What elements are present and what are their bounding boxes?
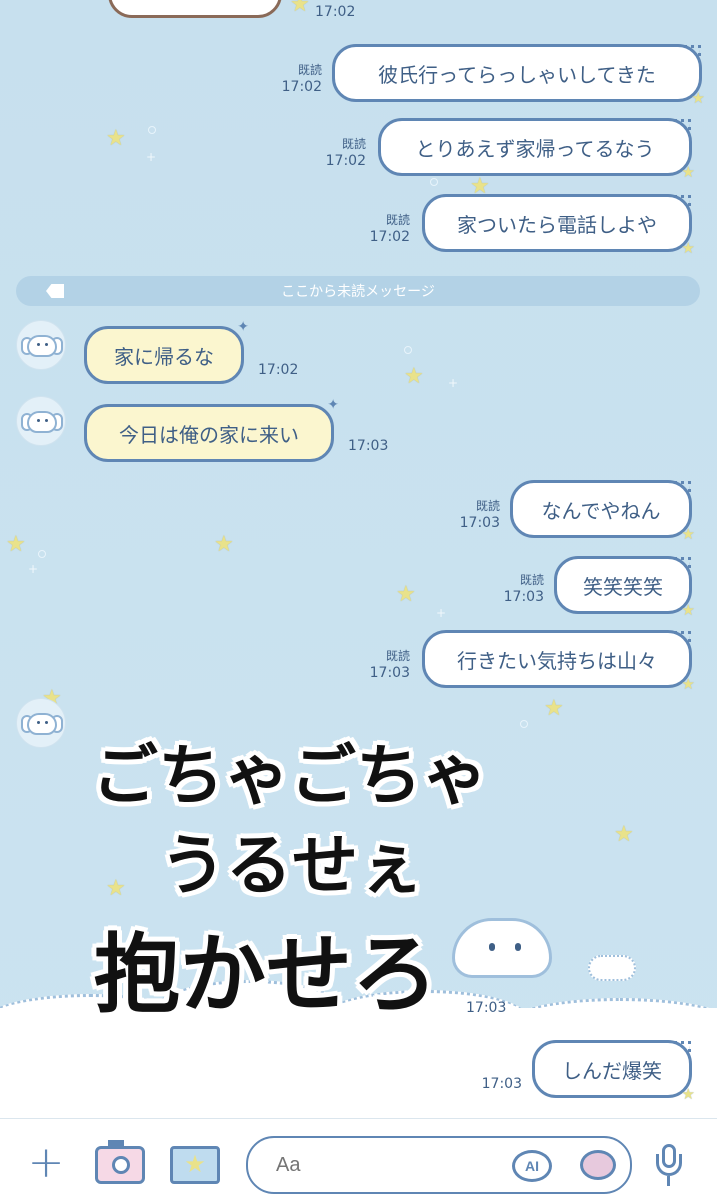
dot-decoration [148, 126, 156, 134]
message-text: とりあえず家帰ってるなう [415, 136, 655, 161]
camera-lens [112, 1156, 130, 1174]
message-text: 家に帰るな [114, 344, 214, 369]
avatar-eye [45, 343, 48, 346]
message-time: 17:02 [315, 4, 356, 20]
avatar-eye [37, 419, 40, 422]
message-text: 笑笑笑笑 [583, 574, 663, 599]
message-meta: 17:03 [470, 1076, 522, 1093]
star-icon: ★ [106, 876, 126, 901]
outgoing-message-bubble[interactable]: 行きたい気持ちは山々 [422, 630, 695, 693]
sparkle-icon: + [146, 150, 157, 164]
avatar[interactable] [16, 698, 66, 748]
star-icon: ★ [544, 696, 564, 721]
star-icon: ★ [290, 0, 310, 17]
message-time: 17:03 [481, 1076, 522, 1092]
mic-stem [667, 1176, 670, 1186]
avatar-face [27, 335, 57, 357]
message-input[interactable] [246, 1136, 632, 1194]
sparkle-icon: + [28, 562, 39, 576]
star-icon: ★ [214, 532, 234, 557]
message-time: 17:03 [466, 1000, 507, 1016]
plus-icon[interactable]: + [26, 1141, 66, 1185]
read-receipt: 既読 [519, 573, 544, 587]
sticker-icon[interactable] [580, 1150, 616, 1180]
avatar-eye [37, 721, 40, 724]
message-meta: 既読 17:03 [490, 572, 544, 606]
avatar[interactable] [16, 396, 66, 446]
star-icon: ★ [614, 822, 634, 847]
mascot-eye [489, 943, 495, 951]
unread-divider: ここから未読メッセージ [16, 276, 700, 306]
star-icon: ★ [6, 532, 26, 557]
overlay-caption-line2: うるせぇ [160, 827, 424, 904]
message-meta: 既読 17:02 [268, 62, 322, 96]
dot-decoration [38, 550, 46, 558]
message-time: 17:02 [325, 153, 366, 169]
message-meta: 既読 17:02 [312, 136, 366, 170]
incoming-message-bubble[interactable]: 今日は俺の家に来い [84, 397, 339, 462]
star-icon: ★ [404, 364, 424, 389]
message-meta: 既読 17:03 [446, 498, 500, 532]
outgoing-message-bubble[interactable]: なんでやねん [510, 480, 695, 543]
message-time: 17:03 [348, 438, 389, 454]
incoming-message-bubble[interactable]: 家に帰るな [84, 319, 249, 384]
message-time: 17:02 [281, 79, 322, 95]
tag-icon [46, 284, 64, 298]
chat-background[interactable]: ★ ★ ★ ★ ★ ★ ★ ★ ★ ★ ★ ★ ★ + + + + + 17:0… [0, 0, 717, 1118]
sparkle-icon: + [436, 606, 447, 620]
mascot-character [452, 918, 552, 978]
small-cloud [588, 955, 636, 981]
read-receipt: 既読 [475, 499, 500, 513]
camera-top [108, 1140, 124, 1148]
outgoing-message-bubble[interactable]: とりあえず家帰ってるなう [378, 118, 695, 181]
message-text: 行きたい気持ちは山々 [457, 648, 657, 673]
avatar-face [27, 411, 57, 433]
star-icon: ★ [106, 126, 126, 151]
message-meta: 既読 17:03 [356, 648, 410, 682]
previous-sticker-bubble[interactable] [108, 0, 282, 18]
avatar[interactable] [16, 320, 66, 370]
outgoing-message-bubble[interactable]: 笑笑笑笑 [554, 556, 695, 619]
read-receipt: 既読 [385, 213, 410, 227]
avatar-face [27, 713, 57, 735]
camera-icon[interactable] [95, 1140, 145, 1184]
read-receipt: 既読 [385, 649, 410, 663]
avatar-eye [37, 343, 40, 346]
message-text: 彼氏行ってらっしゃいしてきた [378, 62, 656, 87]
ai-icon[interactable]: AI [512, 1150, 552, 1182]
star-icon: ★ [396, 582, 416, 607]
mic-cup [656, 1154, 682, 1176]
message-time: 17:03 [459, 515, 500, 531]
microphone-icon[interactable] [654, 1144, 684, 1188]
mascot-eye [515, 943, 521, 951]
message-meta: 既読 17:02 [356, 212, 410, 246]
outgoing-message-bubble[interactable]: しんだ爆笑 [532, 1040, 695, 1103]
dot-decoration [520, 720, 528, 728]
avatar-eye [45, 419, 48, 422]
sparkle-icon: + [448, 376, 459, 390]
message-time: 17:03 [369, 665, 410, 681]
outgoing-message-bubble[interactable]: 家ついたら電話しよや [422, 194, 695, 257]
message-text: なんでやねん [541, 498, 661, 523]
read-receipt: 既読 [297, 63, 322, 77]
dot-decoration [430, 178, 438, 186]
message-time: 17:03 [503, 589, 544, 605]
message-time: 17:02 [258, 362, 299, 378]
message-time: 17:02 [369, 229, 410, 245]
overlay-caption-line3: 抱かせろ [94, 925, 438, 1025]
read-receipt: 既読 [341, 137, 366, 151]
dot-decoration [404, 346, 412, 354]
outgoing-message-bubble[interactable]: 彼氏行ってらっしゃいしてきた [332, 44, 705, 107]
overlay-caption-line1: ごちゃごちゃ [92, 737, 488, 814]
message-text: 家ついたら電話しよや [457, 212, 657, 237]
message-text: 今日は俺の家に来い [119, 422, 299, 447]
message-text: しんだ爆笑 [562, 1058, 662, 1083]
image-icon[interactable]: ★ [170, 1146, 220, 1184]
avatar-eye [45, 721, 48, 724]
unread-divider-label: ここから未読メッセージ [281, 284, 435, 300]
